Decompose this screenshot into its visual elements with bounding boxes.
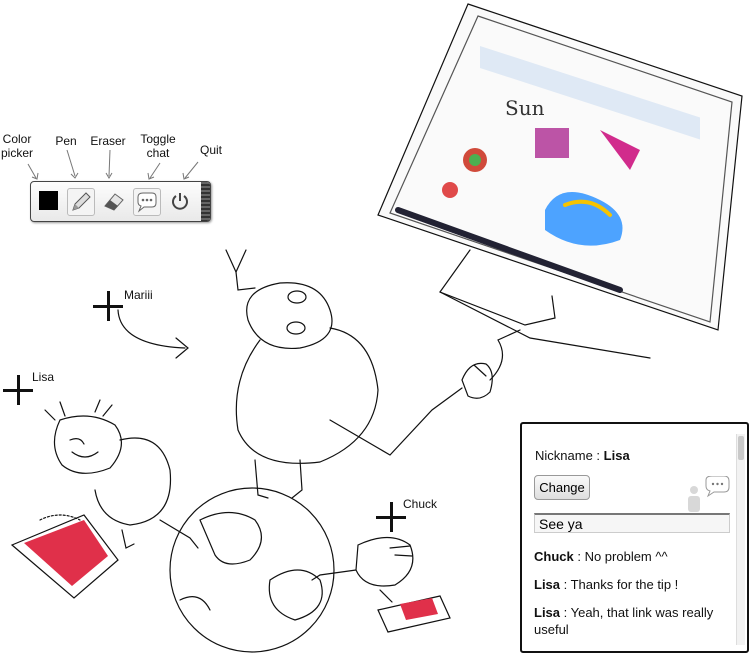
chat-avatar-icon: [688, 476, 730, 512]
nickname-value: Lisa: [603, 448, 630, 463]
cursor-chuck: [376, 502, 406, 532]
nickname-label: Nickname :: [535, 448, 601, 463]
cursor-lisa: [3, 375, 33, 405]
chat-message-input[interactable]: [534, 513, 730, 533]
chat-scrollbar[interactable]: [736, 434, 745, 645]
cursor-name-mariii: Mariii: [124, 288, 153, 302]
cursor-name-lisa: Lisa: [32, 370, 55, 384]
svg-text:Sun: Sun: [505, 96, 545, 120]
message-text: : Yeah, that link was really useful: [534, 605, 714, 637]
chat-panel: Nickname : Lisa Change Chuck : No proble…: [520, 422, 749, 653]
message-author: Lisa: [534, 605, 561, 620]
nickname-row: Nickname : Lisa: [535, 448, 630, 463]
change-nickname-button[interactable]: Change: [534, 475, 590, 500]
chat-message: Lisa : Thanks for the tip !: [534, 576, 734, 593]
cursor-mariii: [93, 291, 123, 321]
chat-message: Chuck : No problem ^^: [534, 548, 734, 565]
message-author: Lisa: [534, 577, 561, 592]
chat-message: Lisa : Yeah, that link was really useful: [534, 604, 734, 638]
cursor-name-chuck: Chuck: [403, 497, 438, 511]
scroll-thumb[interactable]: [738, 436, 744, 460]
message-author: Chuck: [534, 549, 574, 564]
message-text: : Thanks for the tip !: [560, 577, 679, 592]
message-text: : No problem ^^: [573, 549, 668, 564]
